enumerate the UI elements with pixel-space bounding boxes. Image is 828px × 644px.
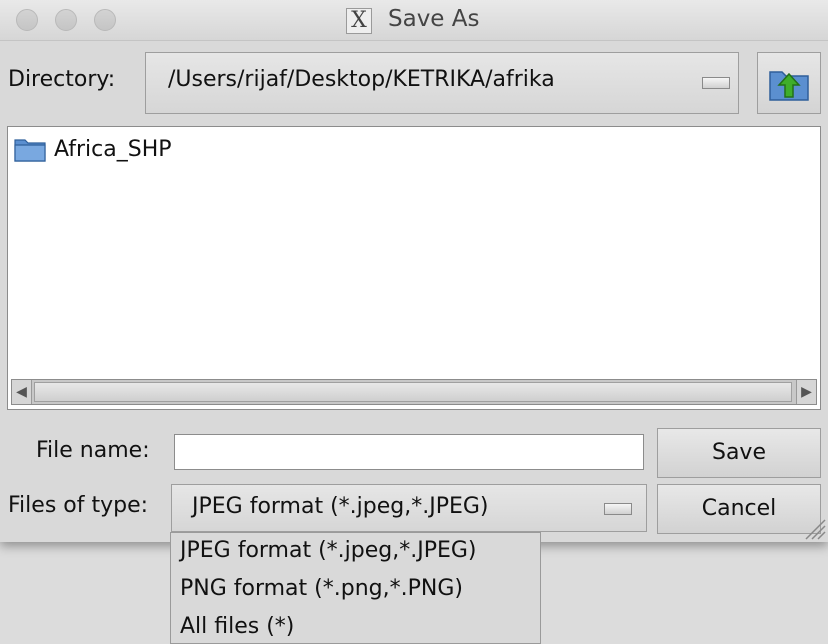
- folder-icon: [14, 139, 46, 162]
- file-name-label: File name:: [36, 438, 150, 463]
- scroll-left-icon[interactable]: ◀: [12, 380, 32, 404]
- scrollbar-thumb[interactable]: [34, 382, 792, 402]
- dropdown-option-png[interactable]: PNG format (*.png,*.PNG): [180, 576, 463, 601]
- files-of-type-label: Files of type:: [8, 493, 149, 518]
- directory-label: Directory:: [8, 67, 116, 92]
- folder-up-icon: [769, 71, 809, 101]
- save-as-dialog: X Save As Directory: /Users/rijaf/Deskto…: [0, 0, 828, 542]
- dropdown-option-jpeg[interactable]: JPEG format (*.jpeg,*.JPEG): [180, 538, 477, 563]
- scroll-right-icon[interactable]: ▶: [796, 380, 816, 404]
- zoom-window-button[interactable]: [94, 9, 116, 31]
- window-title: Save As: [388, 6, 480, 32]
- file-type-combobox[interactable]: JPEG format (*.jpeg,*.JPEG): [171, 484, 647, 532]
- parent-directory-button[interactable]: [757, 52, 821, 114]
- close-window-button[interactable]: [16, 9, 38, 31]
- resize-grip-icon[interactable]: [800, 514, 826, 540]
- dropdown-indicator-icon[interactable]: [604, 503, 632, 515]
- file-type-dropdown-list: JPEG format (*.jpeg,*.JPEG) PNG format (…: [170, 532, 541, 644]
- x11-app-icon: X: [346, 8, 372, 34]
- dropdown-option-all-files[interactable]: All files (*): [180, 614, 294, 639]
- file-list[interactable]: Africa_SHP ◀ ▶: [7, 126, 821, 410]
- file-name-input[interactable]: [174, 434, 644, 470]
- cancel-button[interactable]: Cancel: [657, 484, 821, 534]
- save-button[interactable]: Save: [657, 428, 821, 478]
- dropdown-indicator-icon[interactable]: [702, 77, 730, 89]
- directory-path: /Users/rijaf/Desktop/KETRIKA/afrika: [168, 67, 555, 92]
- title-bar[interactable]: X Save As: [0, 0, 828, 41]
- file-type-selected: JPEG format (*.jpeg,*.JPEG): [192, 494, 489, 519]
- list-item[interactable]: Africa_SHP: [14, 133, 172, 165]
- file-name-text: Africa_SHP: [54, 136, 172, 162]
- horizontal-scrollbar[interactable]: ◀ ▶: [11, 379, 817, 405]
- directory-combobox[interactable]: /Users/rijaf/Desktop/KETRIKA/afrika: [145, 52, 739, 114]
- minimize-window-button[interactable]: [55, 9, 77, 31]
